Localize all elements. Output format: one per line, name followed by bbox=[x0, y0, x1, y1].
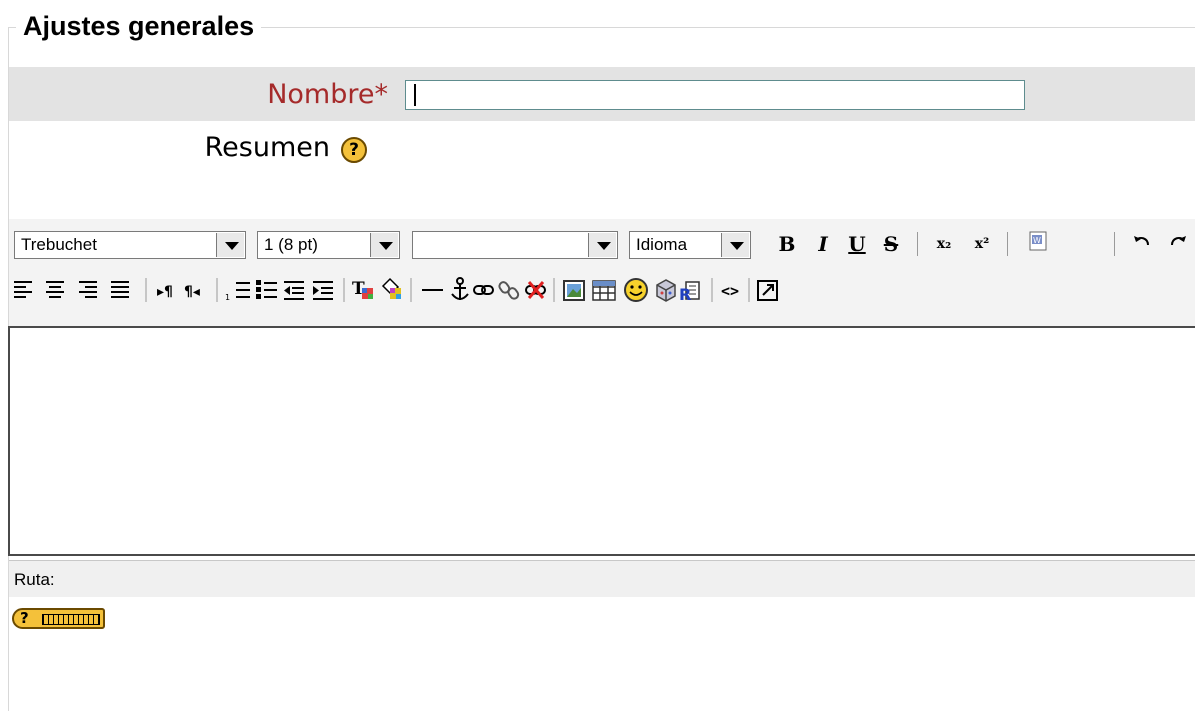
table-icon[interactable] bbox=[592, 280, 616, 301]
editor-area[interactable] bbox=[8, 326, 1195, 556]
bold-icon[interactable]: B bbox=[772, 230, 802, 258]
unordered-list-icon[interactable] bbox=[256, 280, 277, 299]
anchor-icon[interactable] bbox=[451, 277, 469, 300]
align-center-icon[interactable] bbox=[46, 281, 64, 298]
path-bar bbox=[9, 560, 1195, 597]
font-size-value: 1 (8 pt) bbox=[264, 235, 318, 254]
fullscreen-icon[interactable] bbox=[757, 280, 778, 301]
image-icon[interactable] bbox=[563, 280, 585, 301]
font-size-select[interactable]: 1 (8 pt) bbox=[257, 231, 400, 259]
align-right-icon[interactable] bbox=[79, 281, 97, 298]
svg-text:W: W bbox=[1033, 236, 1041, 245]
underline-icon[interactable]: U bbox=[842, 230, 872, 258]
toolbar-separator bbox=[917, 232, 918, 256]
section-legend: Ajustes generales bbox=[16, 4, 262, 48]
text-caret bbox=[414, 84, 416, 106]
rtl-icon[interactable]: ¶◂ bbox=[184, 284, 200, 300]
paste-word-icon[interactable]: W bbox=[1021, 230, 1055, 258]
keyboard-icon bbox=[42, 614, 100, 625]
italic-icon[interactable]: I bbox=[808, 230, 838, 258]
help-icon[interactable]: ? bbox=[341, 137, 367, 163]
chevron-down-icon bbox=[721, 233, 749, 257]
search-replace-icon[interactable]: R bbox=[679, 281, 700, 304]
chevron-down-icon bbox=[216, 233, 244, 257]
html-source-icon[interactable]: <> bbox=[721, 282, 739, 300]
outdent-icon[interactable] bbox=[284, 281, 304, 300]
toolbar-separator bbox=[1114, 232, 1115, 256]
summary-label: Resumen bbox=[204, 132, 330, 163]
text-color-icon[interactable]: T bbox=[352, 279, 373, 299]
smiley-icon[interactable] bbox=[624, 278, 648, 302]
justify-icon[interactable] bbox=[111, 281, 129, 298]
ltr-icon[interactable]: ▸¶ bbox=[157, 284, 173, 300]
link-icon[interactable] bbox=[473, 285, 494, 295]
toolbar-row-2: ▸¶ ¶◂ 1 T R <> bbox=[14, 277, 778, 304]
svg-text:1: 1 bbox=[225, 293, 230, 302]
superscript-icon[interactable]: x² bbox=[966, 230, 998, 258]
align-left-icon[interactable] bbox=[14, 281, 32, 298]
undo-icon[interactable] bbox=[1127, 230, 1157, 258]
font-family-value: Trebuchet bbox=[21, 235, 97, 254]
language-value: Idioma bbox=[636, 235, 688, 254]
help-question-icon: ? bbox=[20, 609, 29, 627]
keyboard-help-button[interactable]: ? bbox=[12, 608, 105, 629]
subscript-icon[interactable]: x₂ bbox=[928, 230, 960, 258]
svg-text:R: R bbox=[679, 285, 691, 304]
name-input[interactable] bbox=[405, 80, 1025, 110]
nolink-icon[interactable] bbox=[525, 281, 546, 299]
font-family-select[interactable]: Trebuchet bbox=[14, 231, 246, 259]
redo-icon[interactable] bbox=[1163, 230, 1193, 258]
name-label: Nombre* bbox=[267, 79, 388, 110]
ordered-list-icon[interactable]: 1 bbox=[225, 282, 250, 302]
toolbar-separator bbox=[1007, 232, 1008, 256]
unlink-icon[interactable] bbox=[498, 281, 520, 301]
indent-icon[interactable] bbox=[313, 281, 333, 300]
language-select[interactable]: Idioma bbox=[629, 231, 751, 259]
strikethrough-icon[interactable]: S bbox=[876, 230, 906, 258]
heading-select[interactable] bbox=[412, 231, 618, 259]
chevron-down-icon bbox=[588, 233, 616, 257]
special-char-icon[interactable] bbox=[656, 279, 676, 302]
chevron-down-icon bbox=[370, 233, 398, 257]
path-label: Ruta: bbox=[14, 570, 55, 589]
bg-color-icon[interactable] bbox=[381, 277, 401, 299]
